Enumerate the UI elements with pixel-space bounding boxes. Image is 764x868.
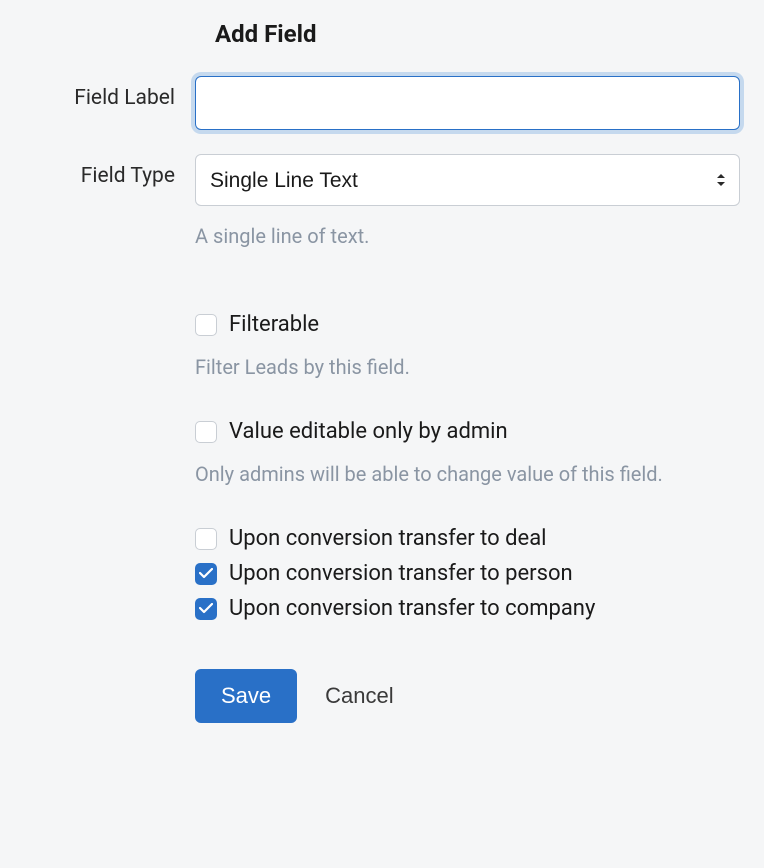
admin-only-help: Only admins will be able to change value… [195,462,740,486]
field-type-select[interactable]: Single Line Text [195,154,740,206]
field-label-input[interactable] [195,76,740,130]
field-type-help: A single line of text. [195,224,740,248]
filterable-checkbox[interactable] [195,314,217,336]
field-type-label: Field Type [20,154,195,188]
save-button[interactable]: Save [195,669,297,723]
admin-only-label: Value editable only by admin [229,419,508,444]
transfer-person-label: Upon conversion transfer to person [229,561,573,586]
transfer-deal-label: Upon conversion transfer to deal [229,526,547,551]
filterable-label: Filterable [229,312,319,337]
admin-only-checkbox[interactable] [195,421,217,443]
filterable-help: Filter Leads by this field. [195,355,740,379]
transfer-company-checkbox[interactable] [195,598,217,620]
page-title: Add Field [215,20,744,48]
transfer-person-checkbox[interactable] [195,563,217,585]
field-label-label: Field Label [20,76,195,110]
transfer-company-label: Upon conversion transfer to company [229,596,595,621]
transfer-deal-checkbox[interactable] [195,528,217,550]
cancel-button[interactable]: Cancel [325,683,393,709]
